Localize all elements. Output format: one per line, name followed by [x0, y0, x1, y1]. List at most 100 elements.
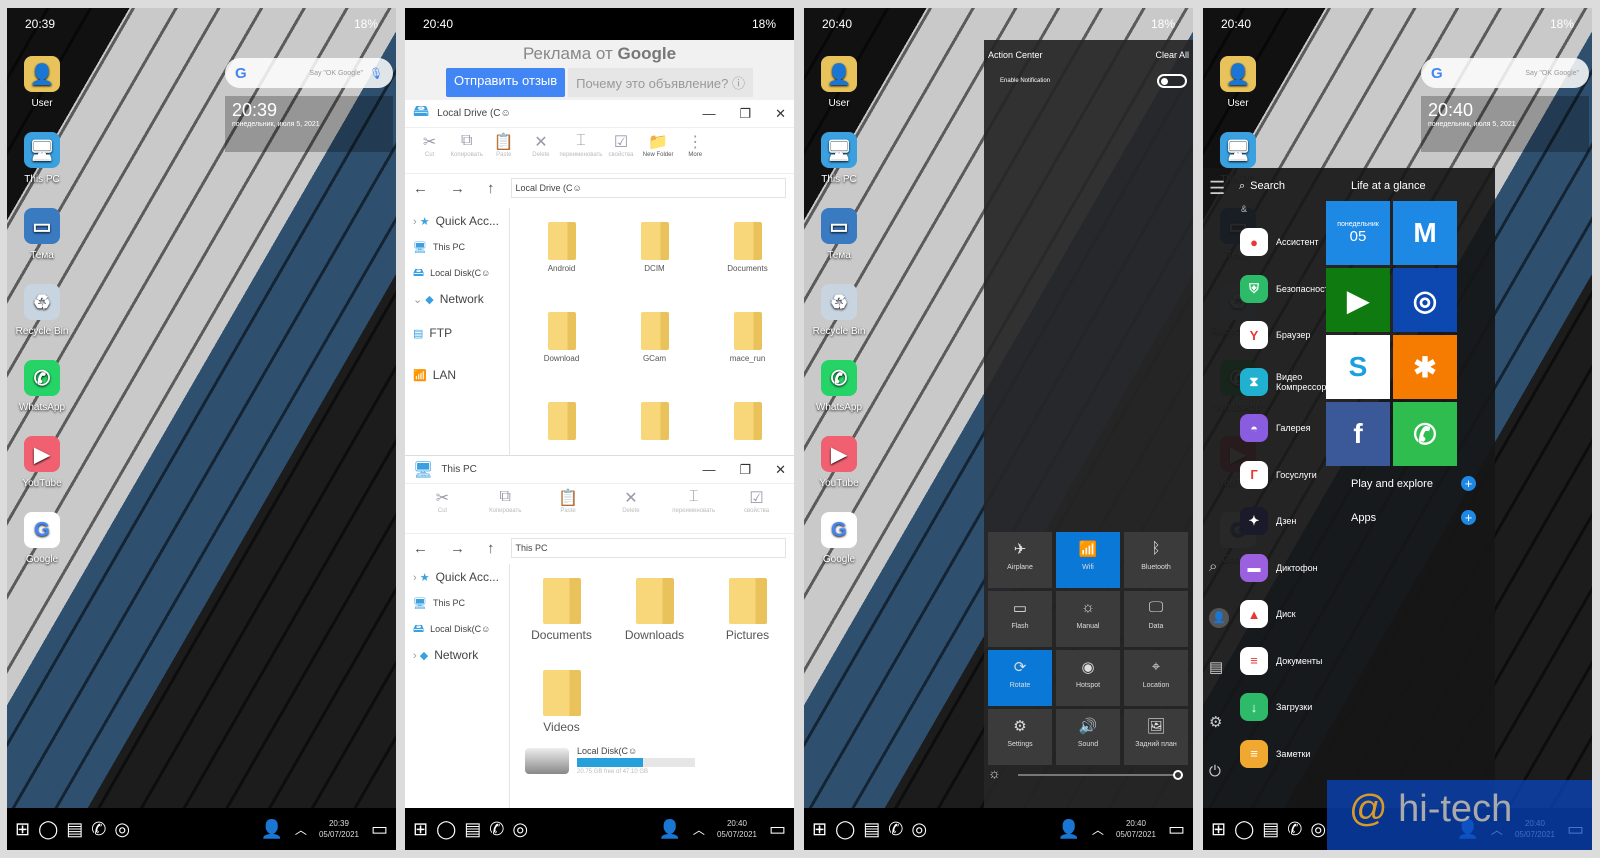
tile-photos[interactable]: ✱ [1393, 335, 1457, 399]
folder-item[interactable]: Android [515, 222, 608, 312]
quick-action-manual[interactable]: ☼ Manual [1056, 591, 1120, 647]
chrome-icon[interactable]: ◎ [911, 819, 927, 840]
user-icon[interactable]: 👤 [659, 819, 681, 840]
power-icon[interactable]: ⏻ [1209, 763, 1221, 780]
nav-item[interactable]: ▤ FTP [405, 312, 509, 354]
tile-play-store[interactable]: ▶ [1326, 268, 1390, 332]
windows-start-icon[interactable]: ⊞ [15, 819, 30, 840]
quick-action-rotate[interactable]: ⟳ Rotate [988, 650, 1052, 706]
tile-whatsapp[interactable]: ✆ [1393, 402, 1457, 466]
enable-notification-toggle[interactable] [1157, 74, 1187, 88]
folder-item[interactable]: DCIM [608, 222, 701, 312]
desktop-icon[interactable]: G Google [808, 512, 870, 565]
back-button[interactable]: ← [413, 540, 428, 557]
minimize-button[interactable]: — [702, 462, 715, 478]
desktop-icon[interactable]: ♻ Recycle Bin [11, 284, 73, 337]
cortana-icon[interactable]: ◯ [835, 819, 855, 840]
chrome-icon[interactable]: ◎ [1310, 819, 1326, 840]
toolbar-6[interactable]: 📁 New Folder [640, 132, 677, 169]
toolbar-5[interactable]: ☑ свойства [602, 132, 639, 169]
notification-center-icon[interactable]: ▭ [371, 819, 388, 840]
chrome-icon[interactable]: ◎ [512, 819, 528, 840]
brightness-slider[interactable] [1018, 770, 1183, 780]
phone-icon[interactable]: ✆ [489, 819, 504, 840]
notification-center-icon[interactable]: ▭ [1168, 819, 1185, 840]
user-icon[interactable]: 👤 [261, 819, 283, 840]
phone-icon[interactable]: ✆ [888, 819, 903, 840]
quick-action-sound[interactable]: 🔊 Sound [1056, 709, 1120, 765]
nav-item[interactable]: › ◆ Network [405, 642, 509, 668]
desktop-icon[interactable]: 🖥 This PC [808, 132, 870, 185]
toolbar-5[interactable]: ☑ свойства [725, 488, 788, 529]
chrome-icon[interactable]: ◎ [114, 819, 130, 840]
quick-action-задний-план[interactable]: 🖼 Задний план [1124, 709, 1188, 765]
tile-skype[interactable]: S [1326, 335, 1390, 399]
folder-item[interactable]: mace_run [701, 312, 794, 402]
hamburger-menu-icon[interactable]: ☰ [1209, 178, 1225, 199]
tile-facebook[interactable]: f [1326, 402, 1390, 466]
app-list-item[interactable]: ⧗ Видео Компрессор [1240, 367, 1336, 396]
app-list-item[interactable]: ≡ Документы [1240, 646, 1322, 675]
desktop-icon[interactable]: 👤 User [1207, 56, 1269, 109]
phone-icon[interactable]: ✆ [1287, 819, 1302, 840]
desktop-icon[interactable]: ▭ Тема [808, 208, 870, 261]
phone-icon[interactable]: ✆ [91, 819, 106, 840]
taskbar-clock[interactable]: 20:40 05/07/2021 [1116, 818, 1156, 840]
mic-icon[interactable]: 🎙 [369, 67, 383, 80]
notification-center-icon[interactable]: ▭ [769, 819, 786, 840]
toolbar-2[interactable]: 📋 Paste [537, 488, 600, 529]
nav-item[interactable]: 🖥 This PC [405, 234, 509, 260]
minimize-button[interactable]: — [702, 106, 715, 122]
search-icon[interactable]: ⌕ [1209, 558, 1217, 575]
forward-button[interactable]: → [450, 540, 465, 557]
quick-action-settings[interactable]: ⚙ Settings [988, 709, 1052, 765]
app-list-item[interactable]: ◓ Галерея [1240, 414, 1311, 442]
app-list-item[interactable]: ▲ Диск [1240, 600, 1296, 628]
quick-action-wifi[interactable]: 📶 Wifi [1056, 532, 1120, 588]
settings-gear-icon[interactable]: ⚙ [1209, 713, 1222, 731]
tile-camera[interactable]: ◎ [1393, 268, 1457, 332]
app-list-item[interactable]: ⛨ Безопасность [1240, 274, 1333, 303]
close-button[interactable]: ✕ [775, 106, 786, 122]
desktop-icon[interactable]: G Google [11, 512, 73, 565]
app-list-item[interactable]: ↓ Загрузки [1240, 693, 1312, 721]
up-button[interactable]: ↑ [487, 180, 495, 197]
folder-item[interactable]: Documents [701, 222, 794, 312]
toolbar-3[interactable]: ✕ Delete [599, 488, 662, 529]
chevron-up-icon[interactable]: ︿ [1092, 821, 1104, 838]
send-feedback-button[interactable]: Отправить отзыв [445, 68, 566, 97]
why-this-ad-button[interactable]: Почему это объявление? ⓘ [568, 68, 754, 97]
address-bar[interactable]: Local Drive (C☺ [510, 178, 786, 198]
toolbar-7[interactable]: ⋮ More [677, 132, 714, 169]
start-search[interactable]: ⌕ Search [1239, 180, 1285, 193]
messages-icon[interactable]: ▤ [863, 819, 880, 840]
desktop-icon[interactable]: ✆ WhatsApp [808, 360, 870, 413]
drive-item[interactable]: Local Disk(C☺ 20.75 GB free of 47.10 GB [525, 746, 695, 775]
file-explorer-icon[interactable]: ▤ [1209, 658, 1223, 676]
quick-action-hotspot[interactable]: ◉ Hotspot [1056, 650, 1120, 706]
desktop-icon[interactable]: ▭ Тема [11, 208, 73, 261]
restore-button[interactable]: ❐ [739, 462, 751, 478]
forward-button[interactable]: → [450, 180, 465, 197]
address-bar[interactable]: This PC [510, 538, 786, 558]
folder-item[interactable]: GCam [608, 312, 701, 402]
desktop-icon[interactable]: ▶ YouTube [11, 436, 73, 489]
app-list-item[interactable]: Г Госуслуги [1240, 460, 1317, 489]
app-list-item[interactable]: ✦ Дзен [1240, 507, 1296, 535]
tile-calendar[interactable]: понедельник 05 [1326, 201, 1390, 265]
desktop-icon[interactable]: 👤 User [11, 56, 73, 109]
windows-start-icon[interactable]: ⊞ [413, 819, 428, 840]
up-button[interactable]: ↑ [487, 540, 495, 557]
nav-item[interactable]: 📶 LAN [405, 354, 509, 396]
desktop-icon[interactable]: 🖥 This PC [11, 132, 73, 185]
chevron-up-icon[interactable]: ︿ [693, 821, 705, 838]
messages-icon[interactable]: ▤ [66, 819, 83, 840]
toolbar-3[interactable]: ✕ Delete [522, 132, 559, 169]
app-list-item[interactable]: Y Браузер [1240, 321, 1310, 349]
tile-gmail[interactable]: M [1393, 201, 1457, 265]
user-icon[interactable]: 👤 [1058, 819, 1080, 840]
folder-item[interactable]: Documents [515, 578, 608, 670]
toolbar-4[interactable]: ⌶ переименовать [560, 132, 603, 169]
toolbar-0[interactable]: ✂ Cut [411, 132, 448, 169]
nav-item[interactable]: 🖴 Local Disk(C☺ [405, 260, 509, 286]
